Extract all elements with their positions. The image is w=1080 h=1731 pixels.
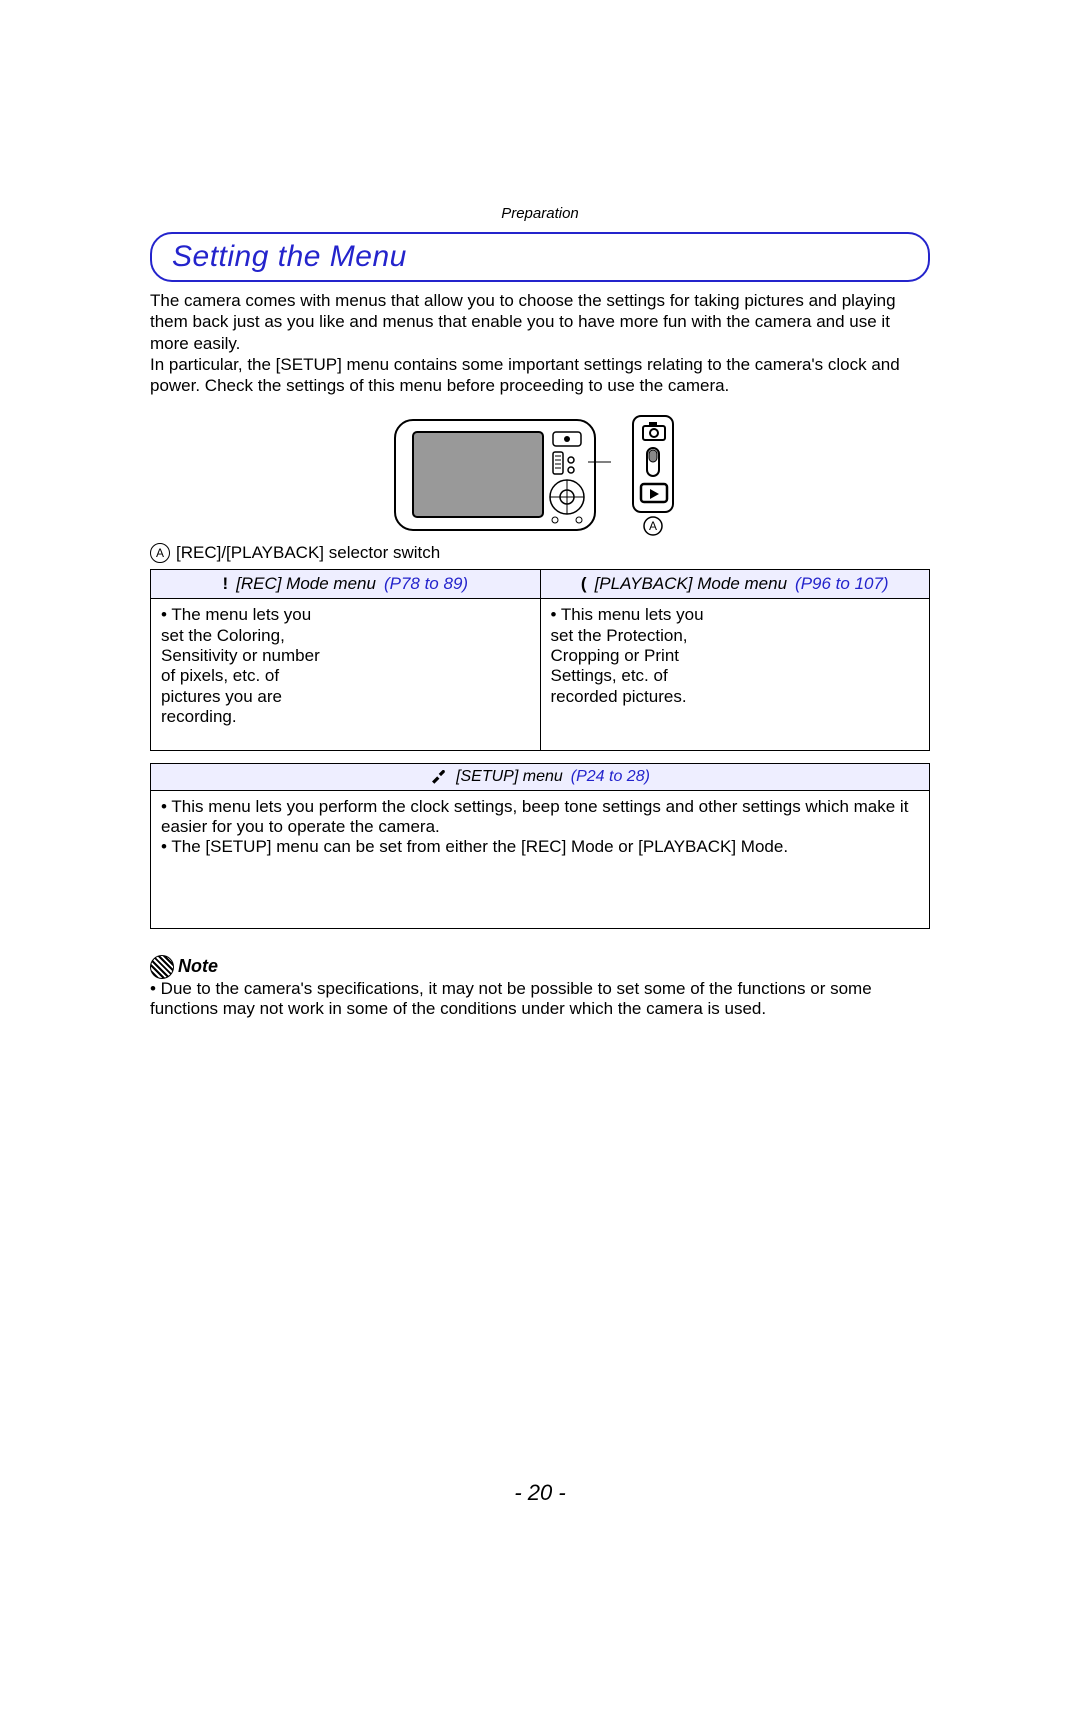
setup-body-text-1: • This menu lets you perform the clock s… (161, 797, 919, 838)
page-number: - 20 - (0, 1480, 1080, 1506)
playback-body-cell: • This menu lets you set the Protection,… (540, 599, 930, 750)
manual-page: Preparation Setting the Menu The camera … (0, 205, 1080, 1731)
illustration-row: A (150, 412, 930, 537)
playback-mode-label: [PLAYBACK] Mode menu (595, 574, 787, 594)
note-icon (150, 955, 174, 979)
content-area: Setting the Menu The camera comes with m… (150, 232, 930, 1020)
svg-text:A: A (649, 519, 657, 533)
rec-mode-page-link[interactable]: (P78 to 89) (384, 574, 468, 594)
setup-body-cell: • This menu lets you perform the clock s… (151, 790, 930, 928)
setup-body-text-2: • The [SETUP] menu can be set from eithe… (161, 837, 919, 857)
setup-header-cell: [SETUP] menu (P24 to 28) (151, 763, 930, 790)
note-heading-row: Note (150, 955, 930, 979)
selector-switch-illustration: A (627, 412, 687, 537)
switch-caption: A [REC]/[PLAYBACK] selector switch (150, 543, 930, 563)
rec-body-cell: • The menu lets you set the Coloring, Se… (151, 599, 541, 750)
page-title: Setting the Menu (172, 240, 407, 273)
wrench-icon (430, 768, 448, 786)
title-box: Setting the Menu (150, 232, 930, 282)
rec-mode-glyph-icon: ! (222, 574, 228, 594)
playback-body-text: • This menu lets you set the Protection,… (551, 605, 728, 707)
playback-mode-page-link[interactable]: (P96 to 107) (795, 574, 889, 594)
playback-header-cell: ( [PLAYBACK] Mode menu (P96 to 107) (540, 570, 930, 599)
note-heading: Note (178, 956, 218, 977)
marker-a-icon: A (150, 543, 170, 563)
intro-paragraph: The camera comes with menus that allow y… (150, 290, 930, 396)
setup-label: [SETUP] menu (456, 768, 563, 786)
setup-table: [SETUP] menu (P24 to 28) • This menu let… (150, 763, 930, 929)
setup-page-link[interactable]: (P24 to 28) (571, 768, 650, 786)
camera-illustration (393, 412, 613, 537)
section-header: Preparation (0, 205, 1080, 222)
rec-body-text: • The menu lets you set the Coloring, Se… (161, 605, 338, 727)
playback-mode-glyph-icon: ( (581, 574, 587, 594)
rec-mode-label: [REC] Mode menu (236, 574, 376, 594)
rec-header-cell: ! [REC] Mode menu (P78 to 89) (151, 570, 541, 599)
switch-label-text: [REC]/[PLAYBACK] selector switch (176, 543, 440, 563)
rec-playback-table: ! [REC] Mode menu (P78 to 89) ( [PLAYBAC… (150, 569, 930, 750)
note-body: • Due to the camera's specifications, it… (150, 979, 930, 1020)
